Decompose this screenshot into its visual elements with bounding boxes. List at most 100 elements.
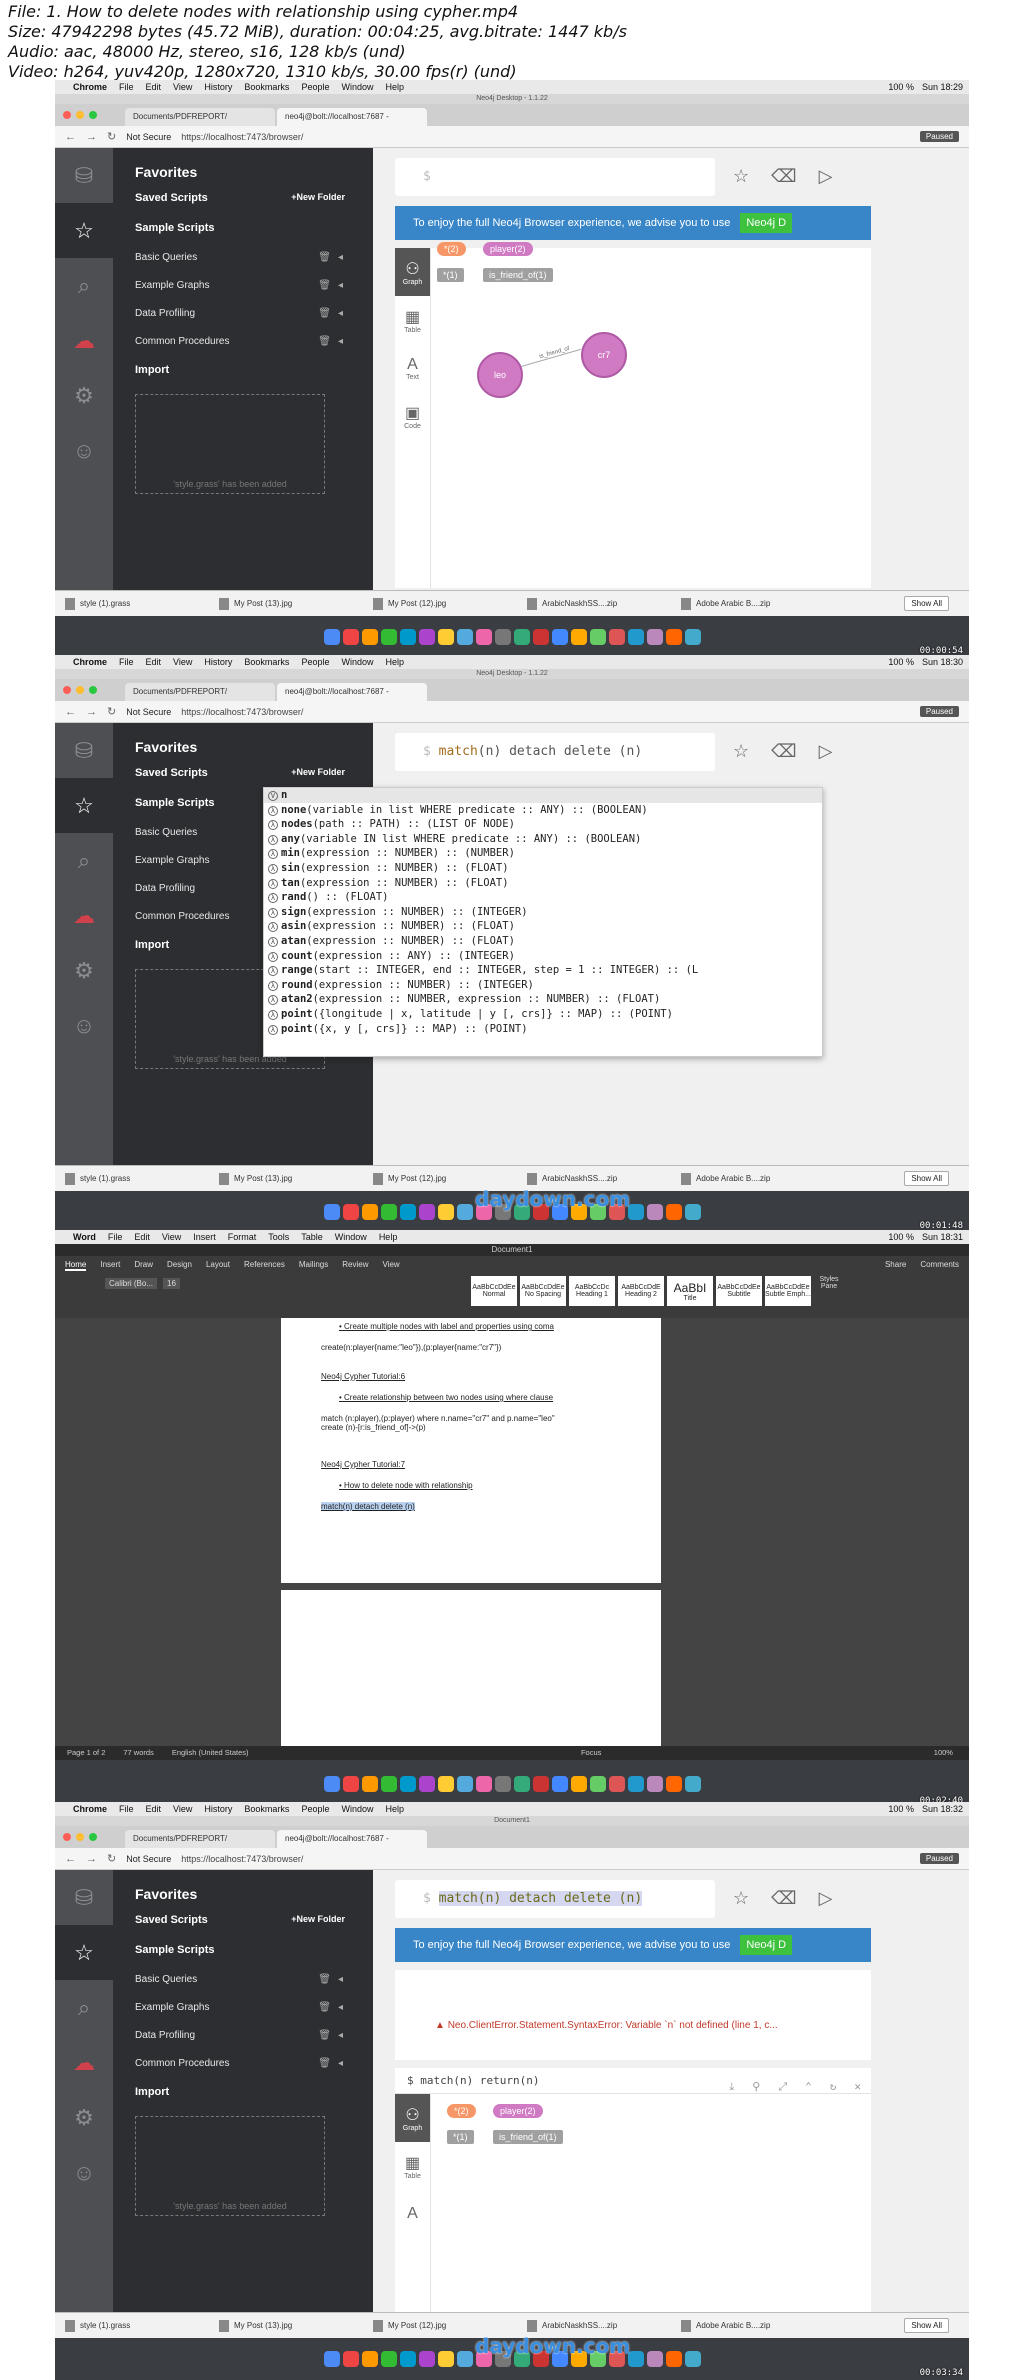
caret-left-icon[interactable]: ◂ (338, 2030, 343, 2041)
cloud-disconnected-icon[interactable]: ☁ (55, 888, 113, 943)
pill-all-nodes[interactable]: *(2) (447, 2104, 476, 2118)
rerun-icon[interactable]: ↻ (830, 2074, 837, 2100)
dock-app-icon[interactable] (418, 629, 435, 645)
menu-history[interactable]: History (204, 1802, 232, 1816)
autocomplete-item[interactable]: λ sign(expression :: NUMBER) :: (INTEGER) (264, 905, 822, 920)
dock-app-icon[interactable] (418, 2351, 435, 2367)
autocomplete-item[interactable]: λ atan2(expression :: NUMBER, expression … (264, 992, 822, 1007)
dock-app-icon[interactable] (323, 1204, 340, 1220)
show-all-button[interactable]: Show All (904, 2318, 949, 2333)
paused-badge[interactable]: Paused (919, 1853, 959, 1864)
dock-app-icon[interactable] (475, 1776, 492, 1792)
dock-app-icon[interactable] (570, 1776, 587, 1792)
menu-view[interactable]: View (173, 80, 192, 94)
close-window-icon[interactable] (63, 686, 71, 694)
menu-people[interactable]: People (301, 80, 329, 94)
paused-badge[interactable]: Paused (919, 131, 959, 142)
dock-app-icon[interactable] (532, 1776, 549, 1792)
documents-icon[interactable]: ⌕ (55, 1980, 113, 2035)
styles-pane-button[interactable]: Styles Pane (814, 1276, 844, 1306)
zoom-icon[interactable] (89, 1833, 97, 1841)
back-icon[interactable]: ← (65, 131, 76, 143)
cloud-disconnected-icon[interactable]: ☁ (55, 313, 113, 368)
paused-badge[interactable]: Paused (919, 706, 959, 717)
download-item[interactable]: My Post (13).jpg (219, 2319, 367, 2332)
menu-window[interactable]: Window (335, 1230, 367, 1244)
minimize-icon[interactable] (76, 1833, 84, 1841)
dock-app-icon[interactable] (646, 1204, 663, 1220)
clear-eraser-icon[interactable]: ⌫ (771, 1888, 796, 1909)
caret-left-icon[interactable]: ◂ (338, 336, 343, 347)
download-item[interactable]: My Post (13).jpg (219, 597, 367, 610)
autocomplete-item[interactable]: λ min(expression :: NUMBER) :: (NUMBER) (264, 846, 822, 861)
download-item[interactable]: Adobe Arabic B....zip (681, 2319, 829, 2332)
trash-icon[interactable]: 🗑 (318, 252, 331, 263)
menu-app[interactable]: Chrome (73, 1802, 107, 1816)
dock-app-icon[interactable] (684, 2351, 701, 2367)
menu-people[interactable]: People (301, 1802, 329, 1816)
dock-app-icon[interactable] (342, 1776, 359, 1792)
run-play-icon[interactable]: ▷ (819, 741, 833, 762)
menu-help[interactable]: Help (379, 1230, 398, 1244)
menu-window[interactable]: Window (341, 655, 373, 669)
style-normal[interactable]: AaBbCcDdEe Normal (471, 1276, 517, 1306)
caret-left-icon[interactable]: ◂ (338, 308, 343, 319)
dock-app-icon[interactable] (684, 1776, 701, 1792)
settings-gear-icon[interactable]: ⚙ (55, 943, 113, 998)
view-graph[interactable]: ⚇ Graph (395, 2094, 430, 2142)
caret-left-icon[interactable]: ◂ (338, 1974, 343, 1985)
script-common-procedures[interactable]: Common Procedures 🗑 ◂ (135, 2058, 373, 2069)
download-item[interactable]: My Post (12).jpg (373, 597, 521, 610)
autocomplete-item[interactable]: λ none(variable in list WHERE predicate :… (264, 803, 822, 818)
favorites-star-icon[interactable]: ☆ (55, 778, 113, 833)
download-item[interactable]: Adobe Arabic B....zip (681, 597, 829, 610)
dock-app-icon[interactable] (399, 629, 416, 645)
doc-selected-text[interactable]: match(n) detach delete (n) (321, 1502, 415, 1511)
dock-app-icon[interactable] (513, 629, 530, 645)
dock-app-icon[interactable] (665, 1776, 682, 1792)
menu-view[interactable]: View (162, 1230, 181, 1244)
pill-all-nodes[interactable]: *(2) (437, 242, 466, 256)
dock-app-icon[interactable] (361, 1776, 378, 1792)
show-all-button[interactable]: Show All (904, 1171, 949, 1186)
run-play-icon[interactable]: ▷ (819, 1888, 833, 1909)
dock-app-icon[interactable] (399, 1776, 416, 1792)
menu-file[interactable]: File (119, 1802, 134, 1816)
view-table[interactable]: ▦ Table (395, 296, 430, 344)
ribbon-tab-design[interactable]: Design (167, 1260, 192, 1271)
dock-app-icon[interactable] (437, 1204, 454, 1220)
script-basic-queries[interactable]: Basic Queries 🗑 ◂ (135, 1974, 373, 1985)
menu-insert[interactable]: Insert (193, 1230, 216, 1244)
dock-app-icon[interactable] (361, 1204, 378, 1220)
forward-icon[interactable]: → (86, 131, 97, 143)
download-item[interactable]: ArabicNaskhSS....zip (527, 2319, 675, 2332)
dock-app-icon[interactable] (589, 1776, 606, 1792)
dock-app-icon[interactable] (627, 629, 644, 645)
back-icon[interactable]: ← (65, 706, 76, 718)
style-subtitle[interactable]: AaBbCcDdEe Subtitle (716, 1276, 762, 1306)
dock-app-icon[interactable] (551, 629, 568, 645)
expand-icon[interactable]: ⤢ (778, 2074, 787, 2100)
ribbon-tab-view[interactable]: View (382, 1260, 399, 1271)
import-dropzone[interactable]: 'style.grass' has been added (135, 2116, 325, 2216)
dock-app-icon[interactable] (342, 2351, 359, 2367)
about-icon[interactable]: ☺ (55, 2145, 113, 2200)
dock-app-icon[interactable] (646, 1776, 663, 1792)
zoom-icon[interactable] (89, 686, 97, 694)
dock-app-icon[interactable] (380, 629, 397, 645)
cypher-editor[interactable]: $ match(n) detach delete (n) (395, 733, 715, 771)
style-subtle-emphasis[interactable]: AaBbCcDdEe Subtle Emph... (765, 1276, 811, 1306)
autocomplete-item[interactable]: λ nodes(path :: PATH) :: (LIST OF NODE) (264, 817, 822, 832)
database-icon[interactable]: ⛁ (55, 723, 113, 778)
dock-app-icon[interactable] (475, 629, 492, 645)
settings-gear-icon[interactable]: ⚙ (55, 2090, 113, 2145)
menu-app[interactable]: Chrome (73, 80, 107, 94)
documents-icon[interactable]: ⌕ (55, 258, 113, 313)
tab-pdfreport[interactable]: Documents/PDFREPORT/ (125, 108, 275, 126)
dock-app-icon[interactable] (627, 1776, 644, 1792)
menu-table[interactable]: Table (301, 1230, 323, 1244)
caret-left-icon[interactable]: ◂ (338, 2002, 343, 2013)
style-heading-1[interactable]: AaBbCcDc Heading 1 (569, 1276, 615, 1306)
menu-file[interactable]: File (119, 655, 134, 669)
autocomplete-item[interactable]: λ tan(expression :: NUMBER) :: (FLOAT) (264, 876, 822, 891)
